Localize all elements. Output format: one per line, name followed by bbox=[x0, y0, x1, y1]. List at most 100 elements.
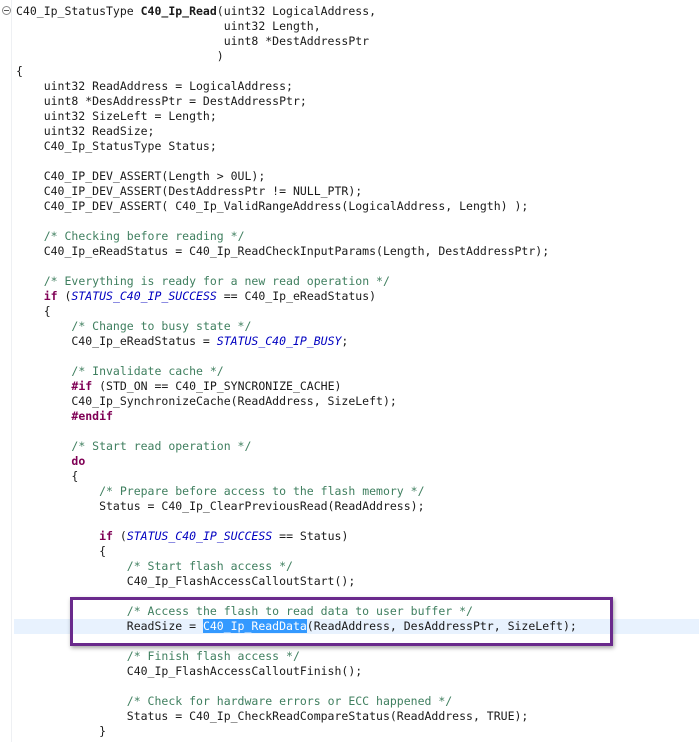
code-token: C40_Ip_StatusType bbox=[16, 4, 141, 18]
code-line[interactable] bbox=[16, 589, 699, 604]
code-line[interactable]: /* Checking before reading */ bbox=[16, 229, 699, 244]
code-line[interactable]: /* Start flash access */ bbox=[16, 559, 699, 574]
code-line[interactable]: /* Everything is ready for a new read op… bbox=[16, 274, 699, 289]
code-token: ; bbox=[341, 334, 349, 348]
code-comment: /* Finish flash access */ bbox=[126, 649, 300, 663]
code-keyword: #if bbox=[71, 379, 93, 393]
code-line[interactable]: { bbox=[16, 544, 699, 559]
code-line[interactable] bbox=[16, 679, 699, 694]
code-comment: /* Access the flash to read data to user… bbox=[126, 604, 473, 618]
code-line[interactable] bbox=[16, 154, 699, 169]
code-token: C40_IP_DEV_ASSERT( C40_Ip_ValidRangeAddr… bbox=[16, 199, 529, 213]
code-line[interactable]: Status = C40_Ip_ClearPreviousRead(ReadAd… bbox=[16, 499, 699, 514]
code-line[interactable]: /* Prepare before access to the flash me… bbox=[16, 484, 699, 499]
code-token: ) bbox=[16, 49, 224, 63]
code-token: { bbox=[16, 469, 79, 483]
code-line[interactable]: /* Check for hardware errors or ECC happ… bbox=[16, 694, 699, 709]
code-line[interactable]: /* Finish flash access */ bbox=[16, 649, 699, 664]
code-comment: /* Invalidate cache */ bbox=[71, 364, 224, 378]
code-line[interactable] bbox=[16, 214, 699, 229]
code-line[interactable] bbox=[16, 514, 699, 529]
code-comment: /* Prepare before access to the flash me… bbox=[99, 484, 425, 498]
code-token: ( bbox=[57, 289, 72, 303]
code-line[interactable]: uint32 ReadSize; bbox=[16, 124, 699, 139]
code-line[interactable]: do bbox=[16, 454, 699, 469]
code-keyword: do bbox=[71, 454, 86, 468]
function-name: C40_Ip_Read bbox=[140, 4, 217, 18]
code-line[interactable]: C40_Ip_SynchronizeCache(ReadAddress, Siz… bbox=[16, 394, 699, 409]
code-line[interactable]: C40_IP_DEV_ASSERT(DestAddressPtr != NULL… bbox=[16, 184, 699, 199]
code-token: uint32 ReadAddress = LogicalAddress; bbox=[16, 79, 293, 93]
code-line[interactable]: uint8 *DesAddressPtr = DestAddressPtr; bbox=[16, 94, 699, 109]
code-area[interactable]: C40_Ip_StatusType C40_Ip_Read(uint32 Log… bbox=[14, 4, 699, 739]
code-comment: /* Change to busy state */ bbox=[71, 319, 252, 333]
code-line[interactable]: #endif bbox=[16, 409, 699, 424]
code-macro: STATUS_C40_IP_BUSY bbox=[216, 334, 342, 348]
code-keyword: if bbox=[99, 529, 113, 543]
code-line[interactable]: uint8 *DestAddressPtr bbox=[16, 34, 699, 49]
code-line[interactable] bbox=[16, 424, 699, 439]
code-line[interactable]: #if (STD_ON == C40_IP_SYNCRONIZE_CACHE) bbox=[16, 379, 699, 394]
code-line[interactable]: /* Start read operation */ bbox=[16, 439, 699, 454]
code-token: C40_Ip_eReadStatus = bbox=[16, 334, 217, 348]
code-token: ReadSize = bbox=[16, 619, 203, 633]
code-token: uint32 ReadSize; bbox=[16, 124, 155, 138]
code-line[interactable]: C40_Ip_eReadStatus = STATUS_C40_IP_BUSY; bbox=[16, 334, 699, 349]
code-editor[interactable]: C40_Ip_StatusType C40_Ip_Read(uint32 Log… bbox=[0, 0, 699, 742]
code-line[interactable]: /* Access the flash to read data to user… bbox=[16, 604, 699, 619]
code-comment: /* Check for hardware errors or ECC happ… bbox=[126, 694, 453, 708]
code-line[interactable]: C40_Ip_FlashAccessCalloutFinish(); bbox=[16, 664, 699, 679]
collapse-icon[interactable] bbox=[2, 6, 11, 15]
code-line[interactable]: C40_Ip_StatusType Status; bbox=[16, 139, 699, 154]
code-line[interactable]: C40_Ip_eReadStatus = C40_Ip_ReadCheckInp… bbox=[16, 244, 699, 259]
code-token: } bbox=[16, 724, 107, 738]
code-line[interactable]: C40_Ip_StatusType C40_Ip_Read(uint32 Log… bbox=[16, 4, 699, 19]
code-token: { bbox=[16, 544, 107, 558]
code-line[interactable]: C40_IP_DEV_ASSERT( C40_Ip_ValidRangeAddr… bbox=[16, 199, 699, 214]
selected-text: C40_Ip_ReadData bbox=[202, 619, 307, 633]
code-macro: STATUS_C40_IP_SUCCESS bbox=[126, 529, 273, 543]
code-line[interactable] bbox=[16, 349, 699, 364]
code-line[interactable]: if (STATUS_C40_IP_SUCCESS == C40_Ip_eRea… bbox=[16, 289, 699, 304]
code-line[interactable] bbox=[16, 634, 699, 649]
code-line[interactable]: /* Change to busy state */ bbox=[16, 319, 699, 334]
code-line[interactable]: C40_Ip_FlashAccessCalloutStart(); bbox=[16, 574, 699, 589]
code-token: C40_IP_DEV_ASSERT(DestAddressPtr != NULL… bbox=[16, 184, 363, 198]
code-token: C40_Ip_eReadStatus = C40_Ip_ReadCheckInp… bbox=[16, 244, 550, 258]
code-line[interactable]: uint32 ReadAddress = LogicalAddress; bbox=[16, 79, 699, 94]
code-token: (uint32 LogicalAddress, bbox=[216, 4, 377, 18]
code-line[interactable]: } bbox=[16, 724, 699, 739]
code-line[interactable]: { bbox=[16, 469, 699, 484]
code-line-current[interactable]: ReadSize = C40_Ip_ReadData(ReadAddress, … bbox=[14, 619, 699, 634]
code-keyword: if bbox=[43, 289, 58, 303]
code-line[interactable]: Status = C40_Ip_CheckReadCompareStatus(R… bbox=[16, 709, 699, 724]
code-token: Status = C40_Ip_CheckReadCompareStatus(R… bbox=[16, 709, 529, 723]
code-token: C40_Ip_StatusType Status; bbox=[16, 139, 217, 153]
code-line[interactable]: { bbox=[16, 304, 699, 319]
code-comment: /* Start read operation */ bbox=[71, 439, 252, 453]
code-token: uint32 Length, bbox=[16, 19, 321, 33]
code-line[interactable]: { bbox=[16, 64, 699, 79]
code-line[interactable]: C40_IP_DEV_ASSERT(Length > 0UL); bbox=[16, 169, 699, 184]
code-token: C40_IP_DEV_ASSERT(Length > 0UL); bbox=[16, 169, 266, 183]
code-line[interactable]: if (STATUS_C40_IP_SUCCESS == Status) bbox=[16, 529, 699, 544]
code-line[interactable]: uint32 SizeLeft = Length; bbox=[16, 109, 699, 124]
code-line[interactable] bbox=[16, 259, 699, 274]
code-line[interactable]: /* Invalidate cache */ bbox=[16, 364, 699, 379]
code-line[interactable]: uint32 Length, bbox=[16, 19, 699, 34]
code-token: C40_Ip_SynchronizeCache(ReadAddress, Siz… bbox=[16, 394, 397, 408]
code-token: Status = C40_Ip_ClearPreviousRead(ReadAd… bbox=[16, 499, 425, 513]
code-line[interactable]: ) bbox=[16, 49, 699, 64]
